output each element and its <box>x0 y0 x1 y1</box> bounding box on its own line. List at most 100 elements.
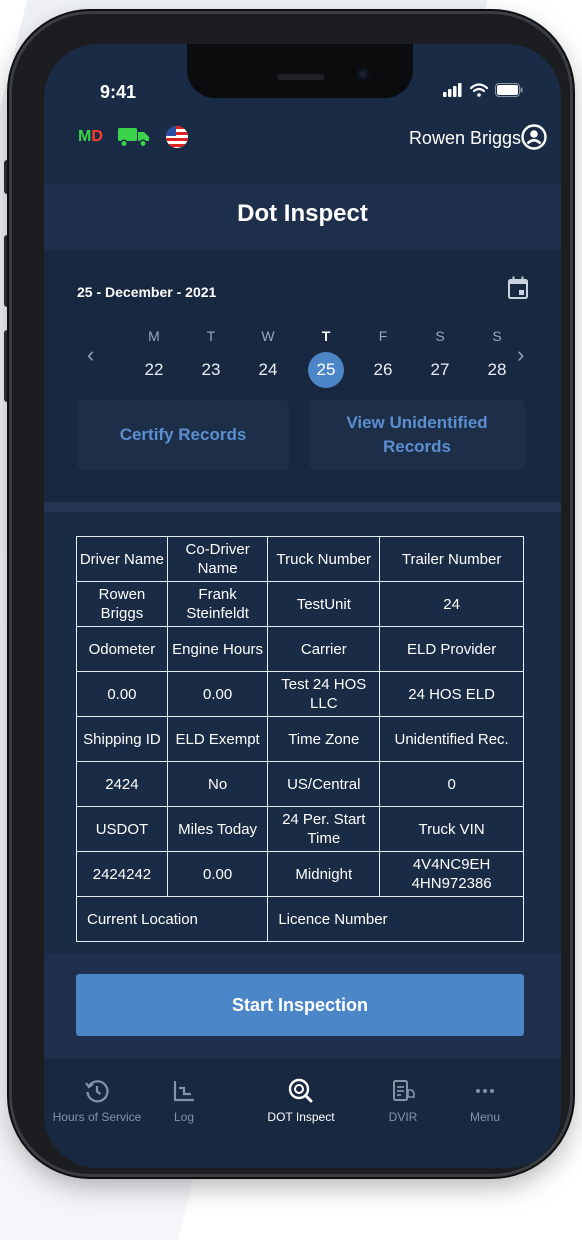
selected-date-label: 25 - December - 2021 <box>77 284 217 300</box>
day-wed[interactable]: W 24 <box>248 328 288 388</box>
table-cell: Truck VIN <box>379 806 524 852</box>
bottom-navigation: Hours of Service Log DOT Inspect DVIR Me… <box>44 1058 561 1168</box>
date-panel: 25 - December - 2021 ‹ M 22 T 23 W 24 T 25 F… <box>44 250 561 502</box>
table-cell: 24 Per. Start Time <box>267 806 381 852</box>
table-cell: Test 24 HOS LLC <box>267 671 381 717</box>
day-number: 25 <box>308 352 344 388</box>
day-fri[interactable]: F 26 <box>363 328 403 388</box>
page-title: Dot Inspect <box>237 200 368 227</box>
table-cell: Odometer <box>76 626 168 672</box>
table-cell: TestUnit <box>267 581 381 627</box>
day-number: 24 <box>258 360 278 379</box>
certify-records-button[interactable]: Certify Records <box>77 400 289 470</box>
nav-log[interactable]: Log <box>129 1076 239 1124</box>
table-row: Odometer Engine Hours Carrier ELD Provider <box>76 626 524 672</box>
us-flag-icon[interactable] <box>166 126 188 148</box>
table-cell: Co-Driver Name <box>166 536 269 582</box>
table-cell: Trailer Number <box>379 536 524 582</box>
table-cell: 0.00 <box>76 671 168 717</box>
nav-menu[interactable]: Menu <box>430 1076 540 1124</box>
table-cell: 24 <box>379 581 524 627</box>
speaker-grille <box>277 74 325 80</box>
table-cell: Carrier <box>267 626 381 672</box>
nav-label: Menu <box>469 1110 501 1124</box>
history-clock-icon <box>85 1080 109 1103</box>
wifi-icon <box>470 83 488 97</box>
start-inspection-panel: Start Inspection <box>44 954 561 1058</box>
table-cell: 0 <box>379 761 524 807</box>
table-row: Rowen Briggs Frank Steinfeldt TestUnit 24 <box>76 581 524 627</box>
table-row: USDOT Miles Today 24 Per. Start Time Truck … <box>76 806 524 852</box>
view-unidentified-records-button[interactable]: View Unidentified Records <box>309 400 525 470</box>
table-cell: Time Zone <box>267 716 381 762</box>
table-cell: Rowen Briggs <box>76 581 168 627</box>
log-chart-icon <box>173 1081 194 1102</box>
phone-mute-switch <box>4 160 12 194</box>
nav-label: DOT Inspect <box>267 1110 335 1124</box>
day-letter: W <box>261 328 275 344</box>
status-time: 9:41 <box>100 82 137 102</box>
day-number: 22 <box>144 360 164 379</box>
table-cell: Unidentified Rec. <box>379 716 524 762</box>
table-cell: Midnight <box>267 851 381 897</box>
table-cell: 0.00 <box>166 851 269 897</box>
table-cell: 2424242 <box>76 851 168 897</box>
inspection-info-table: Driver Name Co-Driver Name Truck Number Tra… <box>75 536 524 942</box>
table-cell: Miles Today <box>166 806 269 852</box>
day-number: 23 <box>201 360 221 379</box>
table-row: 2424242 0.00 Midnight 4V4NC9EH 4HN972386 <box>76 851 524 897</box>
day-mon[interactable]: M 22 <box>134 328 174 388</box>
week-strip: ‹ M 22 T 23 W 24 T 25 F 26 S 27 S 28 › <box>77 328 532 388</box>
table-cell: Engine Hours <box>166 626 269 672</box>
table-cell: No <box>166 761 269 807</box>
day-number: 28 <box>487 360 507 379</box>
top-bar: MD Rowen Briggs <box>44 116 561 158</box>
table-cell: 2424 <box>76 761 168 807</box>
table-cell: ELD Provider <box>379 626 524 672</box>
user-profile-icon[interactable] <box>521 124 547 150</box>
phone-frame: 9:41 MD Rowen Briggs Dot Inspect 25 - De… <box>12 14 570 1174</box>
user-name[interactable]: Rowen Briggs <box>409 128 521 149</box>
table-row: 2424 No US/Central 0 <box>76 761 524 807</box>
day-thu-selected[interactable]: T 25 <box>306 328 346 388</box>
phone-volume-up <box>4 235 12 307</box>
status-icons <box>443 83 523 97</box>
inspection-info-area: Driver Name Co-Driver Name Truck Number Tra… <box>44 512 561 968</box>
day-tue[interactable]: T 23 <box>191 328 231 388</box>
table-row: Driver Name Co-Driver Name Truck Number Tra… <box>76 536 524 582</box>
cellular-signal-icon <box>443 83 462 97</box>
day-letter: S <box>435 328 445 344</box>
table-cell: Current Location <box>75 896 269 942</box>
title-bar: Dot Inspect <box>44 184 561 250</box>
table-cell: Licence Number <box>267 896 524 942</box>
battery-icon <box>495 83 523 97</box>
day-letter: S <box>492 328 502 344</box>
phone-volume-down <box>4 330 12 402</box>
table-cell: USDOT <box>76 806 168 852</box>
calendar-icon[interactable] <box>507 276 529 300</box>
table-cell: 0.00 <box>166 671 269 717</box>
phone-notch <box>187 44 413 98</box>
nav-dot-inspect[interactable]: DOT Inspect <box>246 1076 356 1124</box>
dot-inspect-icon <box>288 1078 313 1103</box>
section-divider <box>44 502 561 512</box>
day-sun[interactable]: S 28 <box>477 328 517 388</box>
table-cell: Driver Name <box>76 536 168 582</box>
table-cell: Shipping ID <box>76 716 168 762</box>
truck-icon <box>118 128 149 148</box>
start-inspection-button[interactable]: Start Inspection <box>76 974 524 1036</box>
table-cell: 24 HOS ELD <box>379 671 524 717</box>
day-letter: F <box>378 328 388 344</box>
mode-letter-d: D <box>91 128 103 145</box>
day-number: 27 <box>430 360 450 379</box>
day-letter: M <box>148 328 160 344</box>
nav-label: Log <box>173 1110 195 1124</box>
more-dots-icon <box>476 1089 494 1093</box>
front-camera <box>357 68 369 80</box>
prev-week-chevron-icon[interactable]: ‹ <box>87 342 94 368</box>
table-cell: ELD Exempt <box>166 716 269 762</box>
table-row: Shipping ID ELD Exempt Time Zone Unidentifi… <box>76 716 524 762</box>
day-sat[interactable]: S 27 <box>420 328 460 388</box>
table-cell: Frank Steinfeldt <box>166 581 269 627</box>
next-week-chevron-icon[interactable]: › <box>517 342 524 368</box>
